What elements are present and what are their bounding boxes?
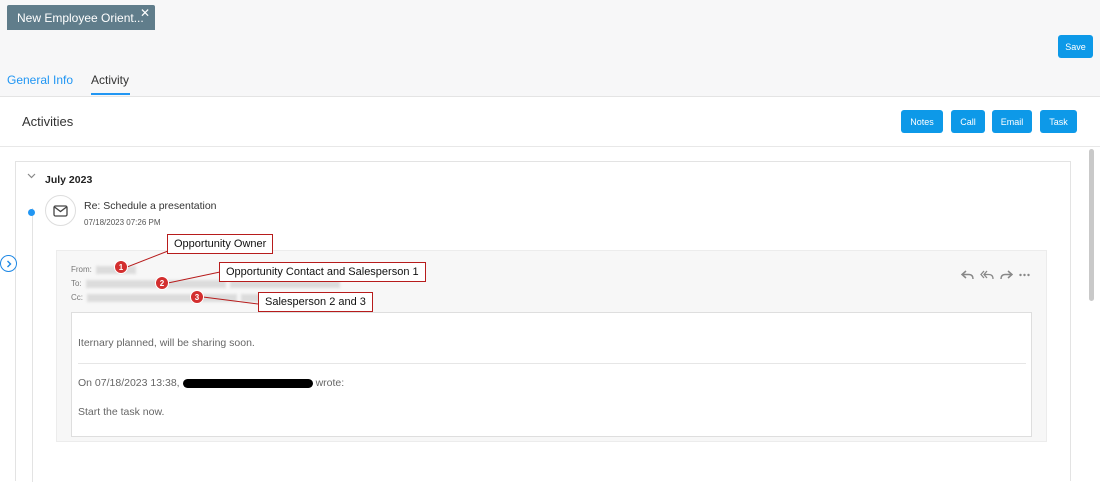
from-label: From: (71, 265, 92, 274)
redacted-text (182, 378, 313, 388)
email-body-text: Iternary planned, will be sharing soon. (78, 337, 255, 349)
cc-label: Cc: (71, 293, 83, 302)
more-icon[interactable] (1019, 270, 1030, 280)
reply-icon[interactable] (961, 270, 974, 280)
quote-prefix: On 07/18/2023 13:38, (78, 377, 180, 389)
email-actions (961, 270, 1030, 280)
notes-button[interactable]: Notes (901, 110, 943, 133)
activity-subject[interactable]: Re: Schedule a presentation (84, 200, 217, 212)
annotation-callout-3: Salesperson 2 and 3 (258, 292, 373, 312)
annotation-callout-1: Opportunity Owner (167, 234, 274, 254)
expand-arrow-icon[interactable] (0, 255, 17, 272)
email-button[interactable]: Email (992, 110, 1032, 133)
scrollbar[interactable] (1089, 149, 1094, 301)
divider (78, 363, 1026, 364)
timeline-dot (28, 209, 35, 216)
month-group-label[interactable]: July 2023 (45, 174, 92, 186)
chevron-down-icon[interactable] (27, 171, 36, 181)
annotation-badge-3: 3 (190, 290, 204, 304)
annotation-callout-2: Opportunity Contact and Salesperson 1 (219, 262, 426, 282)
annotation-badge-2: 2 (155, 276, 169, 290)
annotation-badge-1: 1 (114, 260, 128, 274)
document-tab-title: New Employee Orient... (17, 11, 144, 25)
redacted-text (87, 293, 238, 302)
to-label: To: (71, 279, 82, 288)
reply-all-icon[interactable] (980, 270, 994, 280)
forward-icon[interactable] (1000, 270, 1013, 280)
timeline-line (32, 208, 33, 482)
activities-title: Activities (22, 114, 74, 129)
quote-header: On 07/18/2023 13:38, wrote: (78, 377, 344, 389)
mail-icon (45, 195, 76, 226)
task-button[interactable]: Task (1040, 110, 1077, 133)
save-button[interactable]: Save (1058, 35, 1093, 58)
document-tab[interactable]: New Employee Orient... ✕ (7, 5, 155, 30)
quoted-text: Start the task now. (78, 406, 165, 418)
call-button[interactable]: Call (951, 110, 985, 133)
email-body: Iternary planned, will be sharing soon. … (71, 312, 1032, 437)
activity-timestamp: 07/18/2023 07:26 PM (84, 218, 161, 227)
email-card: From: To: Cc: Iternary planned, will be … (56, 250, 1047, 442)
tab-activity[interactable]: Activity (91, 73, 129, 87)
quote-suffix: wrote: (315, 377, 345, 389)
divider (0, 146, 1100, 147)
tab-general-info[interactable]: General Info (7, 73, 73, 87)
close-icon[interactable]: ✕ (140, 7, 150, 19)
top-bar: New Employee Orient... ✕ Save General In… (0, 0, 1100, 96)
active-tab-indicator (91, 93, 130, 95)
